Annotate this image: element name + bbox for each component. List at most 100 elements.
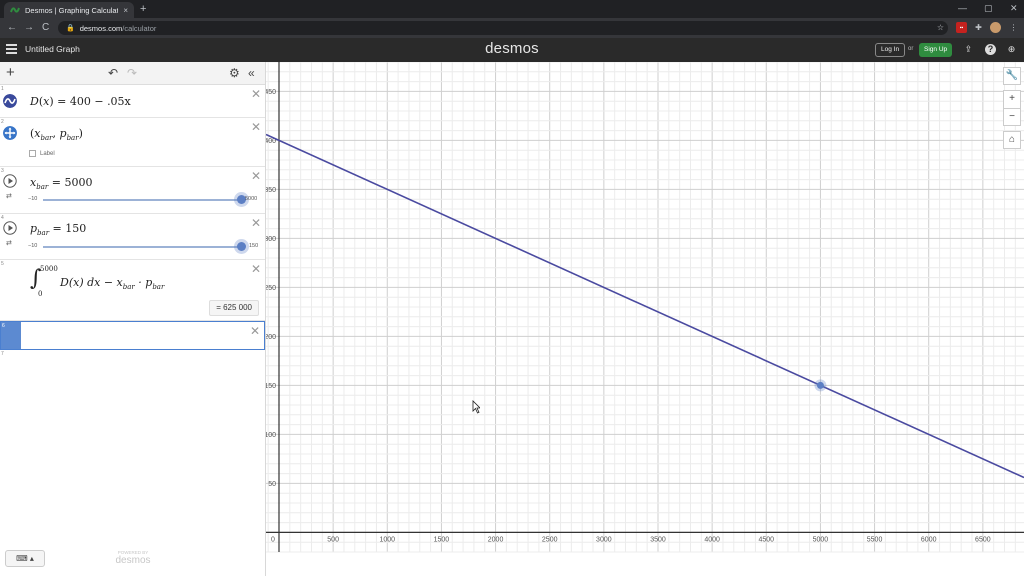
new-tab-icon[interactable]: + [140,2,146,16]
slider-expression: xbar = 5000 [30,176,93,192]
delete-expression-icon[interactable]: ✕ [250,325,260,337]
checkbox-box[interactable] [29,150,36,157]
delete-expression-icon[interactable]: ✕ [251,170,261,182]
x-tick-label: 5500 [867,536,883,543]
zoom-in-button[interactable]: + [1003,90,1021,108]
expression-gutter: 4 ⇄ [0,214,20,259]
url-field[interactable]: 🔒 desmos.com/calculator [58,21,948,35]
x-tick-label: 2000 [488,536,504,543]
evaluation-result: = 625 000 [209,300,259,316]
expression-math: D(x) = 400 − .05x [30,95,131,108]
slider-expression: pbar = 150 [30,222,87,238]
expression-row[interactable]: 2 (xbar, pbar) Label ✕ [0,118,265,167]
point-marker [816,381,824,389]
close-window-icon[interactable]: ✕ [1010,2,1018,14]
slider-min[interactable]: −10 [28,196,37,202]
redo-icon[interactable]: ↷ [127,66,137,80]
graph-wave-icon[interactable] [3,94,17,108]
menu-icon[interactable] [6,44,17,54]
slider-fill [43,199,241,201]
language-globe-icon[interactable]: ⊕ [1006,44,1017,55]
graph-title[interactable]: Untitled Graph [25,44,80,54]
slider-fill [43,246,241,248]
browser-menu-icon[interactable]: ⋮ [1008,22,1019,33]
add-item-icon[interactable]: + [6,65,15,80]
x-tick-label: 1500 [434,536,450,543]
collapse-panel-icon[interactable]: « [248,66,255,80]
slider-track[interactable] [43,195,246,204]
loop-icon[interactable]: ⇄ [6,239,12,247]
address-bar: ← → C 🔒 desmos.com/calculator ☆ ▪▪ ✚ ⋮ [0,18,1024,38]
graph-canvas[interactable]: 0 500 1000 1500 2000 2500 3000 3500 4000 4500 5000… [264,61,1024,576]
reload-icon[interactable]: C [42,21,49,35]
signup-button[interactable]: Sign Up [919,43,953,57]
keyboard-toggle-button[interactable]: ⌨ ▴ [5,550,45,567]
x-tick-label: 6500 [975,536,991,543]
expression-toolbar: + ↶ ↷ ⚙ « [0,62,265,85]
url-text: desmos.com/calculator [79,23,157,33]
label-checkbox[interactable]: Label [29,150,55,157]
settings-icon[interactable]: ⚙ [229,66,240,80]
x-tick-label: 2500 [542,536,558,543]
bookmark-star-icon[interactable]: ☆ [935,22,946,33]
play-slider-icon[interactable] [3,174,17,188]
browser-tab[interactable]: Desmos | Graphing Calculator × [4,2,134,18]
y-tick-label: 450 [266,89,276,96]
tab-title: Desmos | Graphing Calculator [25,5,119,15]
forward-icon[interactable]: → [24,21,34,35]
expression-row-empty[interactable]: 7 [0,350,265,376]
slider-track[interactable] [43,242,246,251]
delete-expression-icon[interactable]: ✕ [251,217,261,229]
help-icon[interactable]: ? [985,44,996,55]
expression-row[interactable]: 1 D(x) = 400 − .05x ✕ [0,85,265,118]
extension-icon[interactable]: ▪▪ [956,22,967,33]
slider-max[interactable]: 5000 [245,196,257,202]
undo-icon[interactable]: ↶ [108,66,118,80]
slider-min[interactable]: −10 [28,243,37,249]
x-tick-label: 1000 [379,536,395,543]
desmos-favicon-icon [10,7,20,13]
minimize-icon[interactable]: — [958,2,967,14]
or-text: or [908,46,914,52]
profile-avatar[interactable] [990,22,1001,33]
x-tick-label: 5000 [813,536,829,543]
browser-tab-bar: Desmos | Graphing Calculator × + — ▢ ✕ [0,0,1024,18]
expression-row-active[interactable]: 6 ✕ [0,321,265,350]
slider-max[interactable]: 150 [249,243,258,249]
delete-expression-icon[interactable]: ✕ [251,88,261,100]
expression-index: 2 [1,119,4,125]
integral-expression: ∫ 5000 0 D(x) dx − xbar · pbar [30,265,165,298]
expression-gutter: 3 ⇄ [0,167,20,213]
zoom-out-button[interactable]: − [1003,108,1021,126]
point-expression: (xbar, pbar) [30,127,83,143]
y-tick-label: 50 [268,481,276,488]
expression-row[interactable]: 5 ∫ 5000 0 D(x) dx − xbar · pbar = 625 0… [0,260,265,321]
expression-index: 4 [1,215,4,221]
y-tick-label: 100 [266,432,276,439]
graph-paper[interactable]: 0 500 1000 1500 2000 2500 3000 3500 4000 4500 5000… [264,61,1024,576]
delete-expression-icon[interactable]: ✕ [251,121,261,133]
back-icon[interactable]: ← [7,21,17,35]
expression-list: + ↶ ↷ ⚙ « 1 D(x) = 400 − .05x ✕ 2 (xbar,… [0,62,266,576]
graph-settings-wrench-icon[interactable]: 🔧 [1003,67,1021,85]
delete-expression-icon[interactable]: ✕ [251,263,261,275]
expression-gutter: 5 [0,260,20,320]
maximize-icon[interactable]: ▢ [984,2,993,14]
expression-row[interactable]: 3 ⇄ xbar = 5000 −10 5000 ✕ [0,167,265,214]
loop-icon[interactable]: ⇄ [6,192,12,200]
expression-index: 3 [1,168,4,174]
label-text: Label [40,150,55,157]
desmos-header: Untitled Graph desmos Log In or Sign Up … [0,38,1024,62]
tab-close-icon[interactable]: × [123,6,128,15]
extensions-puzzle-icon[interactable]: ✚ [973,22,984,33]
login-button[interactable]: Log In [875,43,906,57]
slider-handle[interactable] [236,242,246,251]
default-view-home-icon[interactable]: ⌂ [1003,131,1021,149]
play-slider-icon[interactable] [3,221,17,235]
expression-index: 5 [1,261,4,267]
share-icon[interactable]: ⇪ [963,44,974,55]
move-point-icon[interactable] [3,126,17,140]
expression-row[interactable]: 4 ⇄ pbar = 150 −10 150 ✕ [0,214,265,260]
expression-gutter: 2 [0,118,20,166]
x-tick-label: 3000 [596,536,612,543]
